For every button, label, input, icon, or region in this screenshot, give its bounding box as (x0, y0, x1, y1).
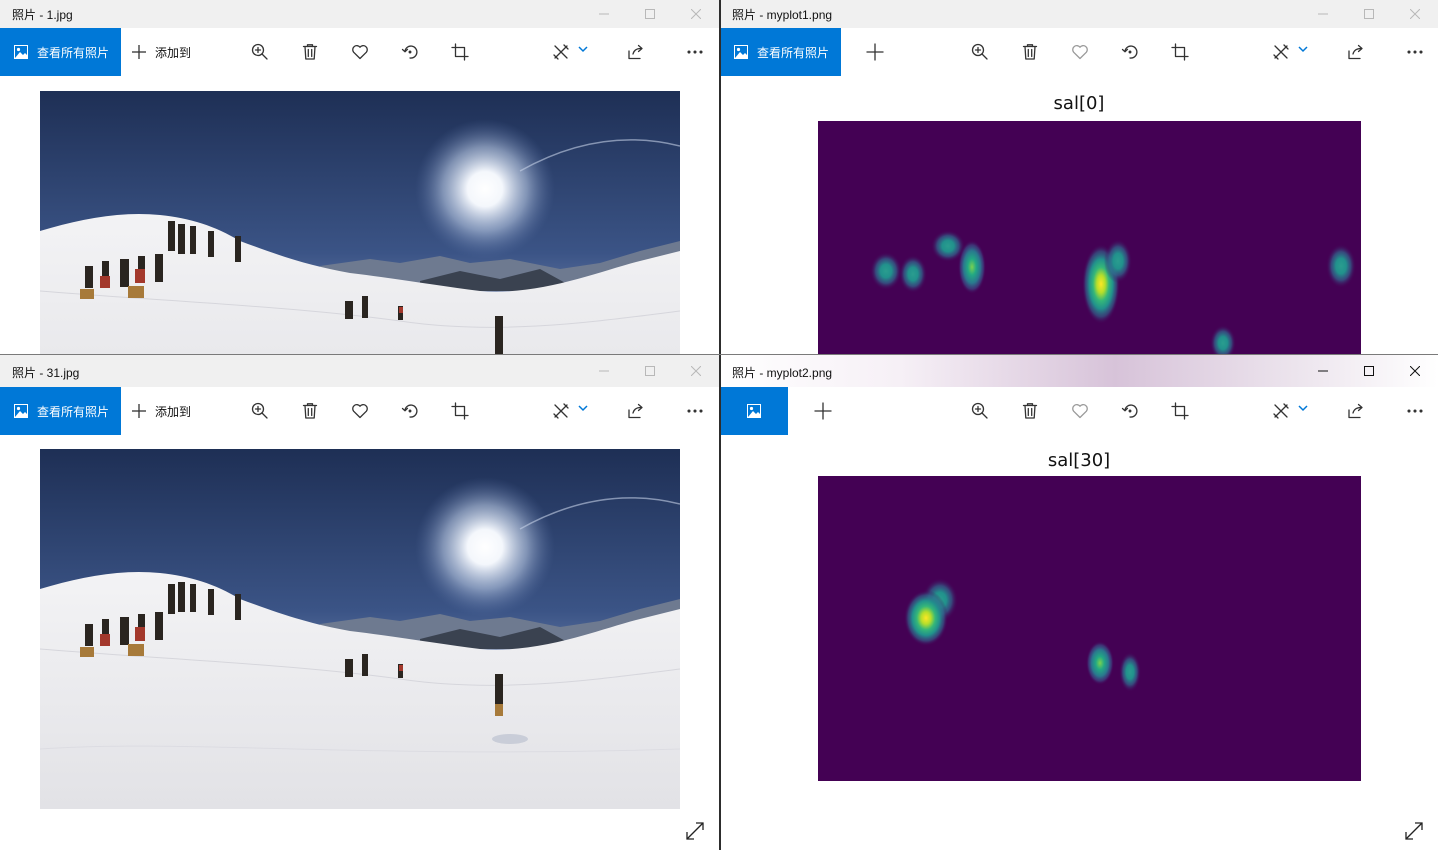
toolbar: 查看所有照片 (720, 28, 1438, 76)
chevron-down-icon[interactable] (578, 44, 588, 54)
more-icon[interactable] (1403, 399, 1427, 423)
more-icon[interactable] (1403, 40, 1427, 64)
add-to-label: 添加到 (155, 404, 192, 419)
photo-viewer: sal[30] (720, 435, 1438, 850)
minimize-button[interactable] (581, 0, 627, 28)
more-icon[interactable] (683, 399, 707, 423)
rotate-icon[interactable] (1118, 399, 1142, 423)
snow-panorama-photo (40, 449, 680, 809)
minimize-button[interactable] (1300, 0, 1346, 28)
view-all-photos-icon (734, 45, 748, 59)
crop-icon[interactable] (1168, 40, 1192, 64)
more-icon[interactable] (683, 40, 707, 64)
close-button[interactable] (1392, 0, 1438, 28)
plot-title: sal[30] (1047, 450, 1111, 471)
window-title: 照片 - myplot1.png (732, 8, 833, 22)
maximize-button[interactable] (627, 0, 673, 28)
add-icon (131, 403, 147, 419)
rotate-icon[interactable] (1118, 40, 1142, 64)
view-all-photos-icon (747, 404, 761, 418)
photo-viewer: sal[0] (720, 76, 1438, 354)
view-all-photos-button[interactable]: 查看所有照片 (720, 28, 841, 76)
zoom-icon[interactable] (968, 399, 992, 423)
favorite-icon[interactable] (348, 399, 372, 423)
view-all-photos-label: 查看所有照片 (757, 45, 830, 60)
window-title: 照片 - 31.jpg (12, 366, 80, 380)
add-to-button[interactable]: 添加到 (131, 28, 191, 76)
title-bar[interactable]: 照片 - myplot2.png (720, 355, 1438, 387)
crop-icon[interactable] (448, 40, 472, 64)
delete-icon[interactable] (298, 399, 322, 423)
favorite-icon[interactable] (1068, 40, 1092, 64)
share-icon[interactable] (1344, 40, 1368, 64)
favorite-icon[interactable] (348, 40, 372, 64)
title-bar[interactable]: 照片 - 1.jpg (0, 0, 719, 28)
toolbar: 查看所有照片 添加到 (0, 28, 719, 76)
chevron-down-icon[interactable] (578, 403, 588, 413)
add-icon[interactable] (811, 399, 835, 423)
minimize-button[interactable] (581, 355, 627, 387)
rotate-icon[interactable] (398, 40, 422, 64)
window-title: 照片 - myplot2.png (732, 366, 833, 380)
share-icon[interactable] (1344, 399, 1368, 423)
edit-create-icon[interactable] (1269, 399, 1293, 423)
photos-window-myplot2: 照片 - myplot2.png sal[30] (720, 355, 1438, 850)
maximize-button[interactable] (627, 355, 673, 387)
share-icon[interactable] (624, 40, 648, 64)
zoom-icon[interactable] (248, 40, 272, 64)
maximize-button[interactable] (1346, 355, 1392, 387)
photo-viewer (0, 435, 719, 850)
title-bar[interactable]: 照片 - myplot1.png (720, 0, 1438, 28)
photos-window-31jpg: 照片 - 31.jpg 查看所有照片 添加到 (0, 355, 719, 850)
view-all-photos-button[interactable] (720, 387, 788, 435)
delete-icon[interactable] (1018, 399, 1042, 423)
toolbar: 查看所有照片 添加到 (0, 387, 719, 435)
minimize-button[interactable] (1300, 355, 1346, 387)
title-bar[interactable]: 照片 - 31.jpg (0, 355, 719, 387)
full-screen-icon[interactable] (684, 820, 706, 842)
add-icon[interactable] (863, 40, 887, 64)
add-to-button[interactable]: 添加到 (131, 387, 191, 435)
edit-create-icon[interactable] (1269, 40, 1293, 64)
close-button[interactable] (673, 0, 719, 28)
edit-create-icon[interactable] (549, 40, 573, 64)
photos-window-1jpg: 照片 - 1.jpg 查看所有照片 添加到 (0, 0, 719, 354)
photo-viewer (0, 76, 719, 354)
chevron-down-icon[interactable] (1298, 44, 1308, 54)
delete-icon[interactable] (1018, 40, 1042, 64)
window-divider-vertical (719, 0, 721, 850)
view-all-photos-label: 查看所有照片 (37, 45, 110, 60)
toolbar (720, 387, 1438, 435)
view-all-photos-icon (14, 45, 28, 59)
edit-create-icon[interactable] (549, 399, 573, 423)
add-to-label: 添加到 (155, 45, 192, 60)
saliency-heatmap (818, 476, 1361, 781)
maximize-button[interactable] (1346, 0, 1392, 28)
zoom-icon[interactable] (248, 399, 272, 423)
chevron-down-icon[interactable] (1298, 403, 1308, 413)
view-all-photos-icon (14, 404, 28, 418)
crop-icon[interactable] (1168, 399, 1192, 423)
view-all-photos-button[interactable]: 查看所有照片 (0, 28, 121, 76)
close-button[interactable] (673, 355, 719, 387)
view-all-photos-label: 查看所有照片 (37, 404, 110, 419)
add-icon (131, 44, 147, 60)
share-icon[interactable] (624, 399, 648, 423)
rotate-icon[interactable] (398, 399, 422, 423)
full-screen-icon[interactable] (1403, 820, 1425, 842)
plot-title: sal[0] (1053, 93, 1105, 114)
zoom-icon[interactable] (968, 40, 992, 64)
window-divider-horizontal (0, 354, 1438, 355)
close-button[interactable] (1392, 355, 1438, 387)
view-all-photos-button[interactable]: 查看所有照片 (0, 387, 121, 435)
photos-window-myplot1: 照片 - myplot1.png 查看所有照片 sal[0] (720, 0, 1438, 354)
favorite-icon[interactable] (1068, 399, 1092, 423)
snow-panorama-photo (40, 91, 680, 354)
delete-icon[interactable] (298, 40, 322, 64)
saliency-heatmap (818, 121, 1361, 354)
crop-icon[interactable] (448, 399, 472, 423)
window-title: 照片 - 1.jpg (12, 8, 73, 22)
